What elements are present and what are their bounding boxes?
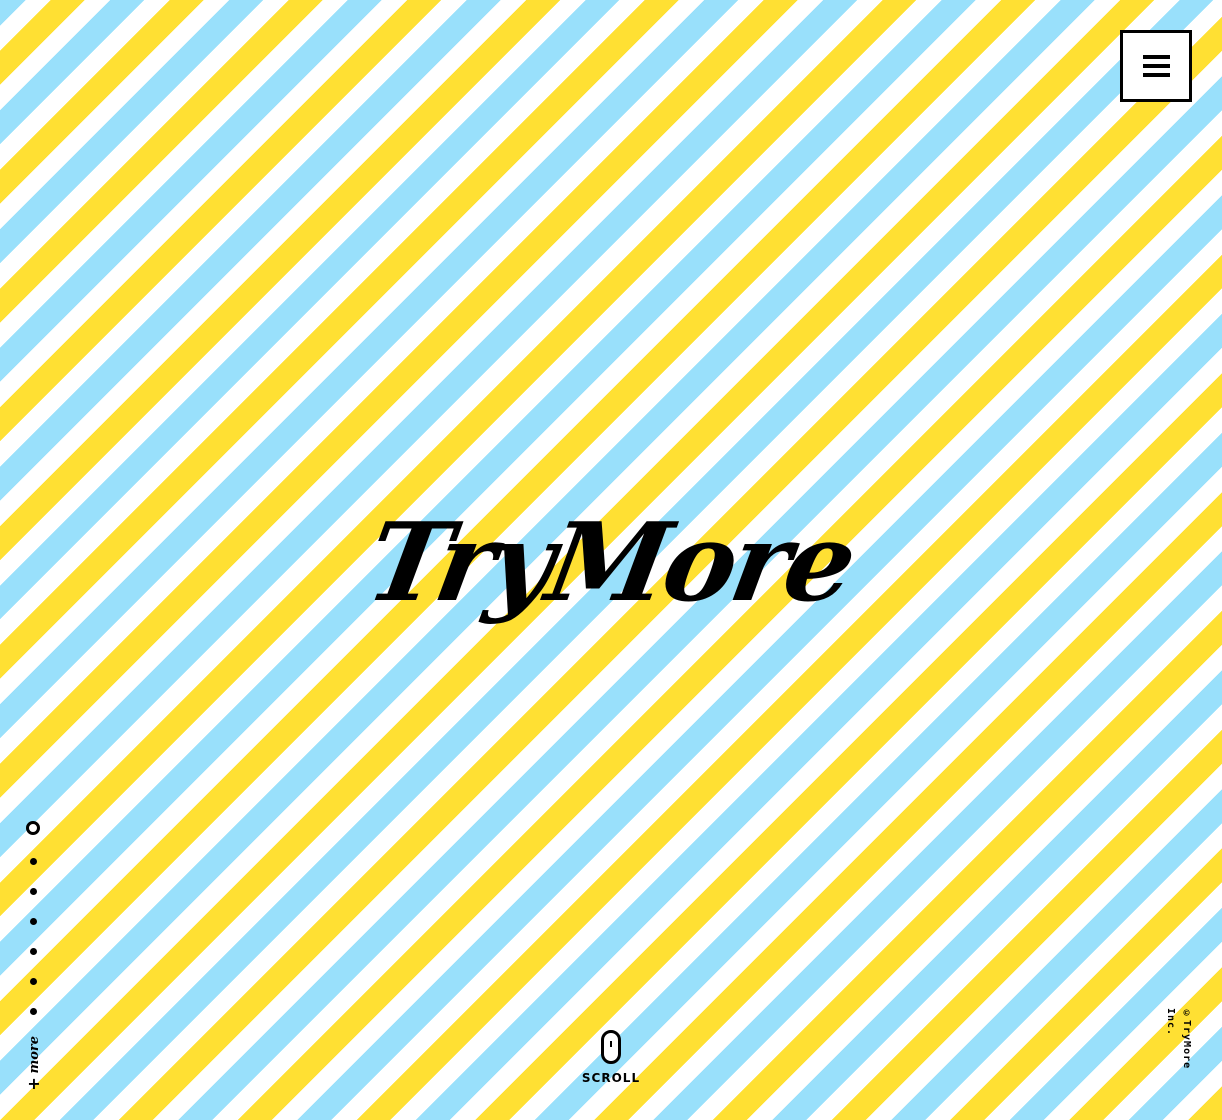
copyright: ©TryMore Inc. bbox=[1165, 1008, 1192, 1070]
section-dot-5[interactable] bbox=[29, 948, 37, 955]
mouse-icon bbox=[601, 1030, 621, 1064]
section-dot-7[interactable] bbox=[29, 1008, 37, 1015]
site-logo: TryMore bbox=[358, 488, 862, 638]
hamburger-menu-icon-bar bbox=[1142, 73, 1170, 77]
section-dot-1[interactable] bbox=[26, 821, 40, 835]
hamburger-menu-icon bbox=[1142, 55, 1170, 59]
section-nav bbox=[26, 821, 40, 1015]
section-dot-4[interactable] bbox=[29, 918, 37, 925]
scroll-label: SCROLL bbox=[581, 1071, 641, 1085]
section-dot-6[interactable] bbox=[29, 978, 37, 985]
logo-text: TryMore bbox=[358, 500, 862, 626]
section-dot-2[interactable] bbox=[29, 858, 37, 865]
scroll-indicator[interactable]: SCROLL bbox=[576, 1030, 646, 1096]
plus-icon: + bbox=[27, 1073, 41, 1093]
more-label: more bbox=[26, 1036, 42, 1074]
hamburger-menu-icon-bar bbox=[1142, 64, 1170, 68]
mouse-wheel bbox=[610, 1041, 612, 1047]
more-link[interactable]: more + bbox=[22, 1036, 46, 1092]
menu-button[interactable] bbox=[1120, 30, 1192, 102]
section-dot-3[interactable] bbox=[29, 888, 37, 895]
